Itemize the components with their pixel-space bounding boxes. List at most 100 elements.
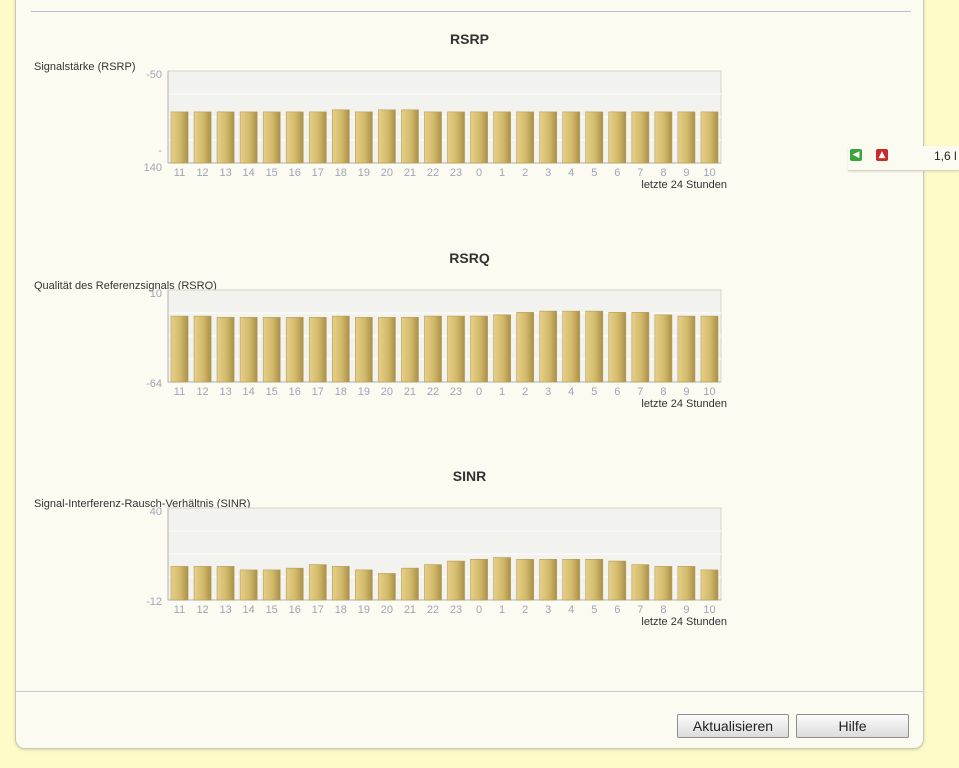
x-tick-label: 21 — [404, 167, 416, 179]
bar-17 — [308, 317, 327, 383]
bar-15 — [262, 111, 281, 164]
bar-7 — [631, 111, 650, 164]
x-tick-label: 0 — [476, 386, 482, 398]
bar-15 — [262, 569, 281, 601]
bar-8 — [654, 314, 673, 383]
bar-16 — [285, 111, 304, 164]
bar-17 — [308, 564, 327, 601]
x-tick-label: 23 — [450, 604, 462, 616]
chart-title-rsrq: RSRQ — [449, 250, 490, 266]
x-tick-label: 9 — [683, 604, 689, 616]
bar-18 — [331, 566, 350, 601]
x-tick-label: 8 — [660, 167, 666, 179]
x-axis-label: letzte 24 Stunden — [641, 616, 727, 628]
x-tick-label: 10 — [703, 167, 715, 179]
arrow-up-icon[interactable]: ▲ — [876, 149, 888, 161]
x-tick-label: 23 — [450, 167, 462, 179]
x-tick-label: 11 — [174, 386, 185, 398]
bar-5 — [585, 559, 604, 601]
bar-7 — [631, 564, 650, 601]
bar-9 — [677, 315, 696, 383]
y-tick-label: 40 — [150, 506, 162, 518]
bar-11 — [170, 111, 189, 164]
bar-6 — [608, 312, 627, 383]
y-tick-label: -50 — [146, 69, 162, 81]
y-tick-label: 140 — [144, 162, 162, 174]
bar-19 — [355, 317, 373, 383]
x-tick-label: 2 — [522, 167, 528, 179]
bar-23 — [447, 560, 465, 601]
arrow-left-icon[interactable]: ◀ — [850, 149, 862, 161]
bar-11 — [170, 566, 189, 601]
x-tick-label: 20 — [381, 167, 393, 179]
bar-6 — [608, 111, 627, 164]
bar-22 — [424, 111, 442, 164]
x-tick-label: 22 — [427, 386, 439, 398]
bar-14 — [239, 111, 258, 164]
x-tick-label: 16 — [289, 604, 301, 616]
bar-11 — [170, 315, 189, 383]
x-tick-label: 3 — [545, 167, 551, 179]
bar-4 — [562, 111, 581, 164]
x-tick-label: 14 — [243, 167, 255, 179]
bar-14 — [239, 317, 258, 383]
x-tick-label: 15 — [266, 167, 278, 179]
x-tick-label: 18 — [335, 604, 347, 616]
x-tick-label: 1 — [499, 386, 505, 398]
refresh-button[interactable]: Aktualisieren — [677, 714, 789, 738]
bar-14 — [239, 569, 258, 601]
x-tick-label: 18 — [335, 167, 347, 179]
y-tick-label: -12 — [146, 596, 162, 608]
bar-10 — [700, 111, 719, 164]
x-tick-label: 12 — [196, 604, 208, 616]
x-tick-label: 11 — [174, 604, 185, 616]
side-widget-value: 1,6 l — [934, 149, 957, 163]
x-tick-label: 5 — [591, 604, 597, 616]
x-tick-label: 16 — [289, 167, 301, 179]
x-axis-label: letzte 24 Stunden — [641, 398, 727, 410]
x-tick-label: 17 — [312, 386, 324, 398]
bar-15 — [262, 317, 281, 383]
bar-16 — [285, 317, 304, 383]
bar-5 — [585, 111, 604, 164]
bar-12 — [193, 566, 212, 601]
bar-13 — [216, 566, 235, 601]
bar-2 — [516, 559, 534, 601]
bar-22 — [424, 315, 442, 383]
bar-21 — [401, 317, 419, 383]
x-tick-label: 0 — [476, 167, 482, 179]
chart-rsrp: 11 12 13 14 15 16 17 18 19 20 21 22 23 0 1 2 3 4 5 6 7 8 9 10-5… — [144, 69, 727, 191]
x-tick-label: 6 — [614, 604, 620, 616]
bar-20 — [378, 317, 396, 383]
side-widget: ◀ ▲ 1,6 l — [848, 146, 959, 171]
chart-title-sinr: SINR — [452, 468, 487, 484]
bar-6 — [608, 560, 627, 601]
bottom-divider — [16, 691, 923, 692]
x-tick-label: 4 — [568, 386, 574, 398]
x-tick-label: 10 — [703, 386, 715, 398]
x-tick-label: 1 — [499, 604, 505, 616]
bar-0 — [470, 111, 488, 164]
bar-8 — [654, 566, 673, 601]
bar-2 — [516, 111, 534, 164]
bar-13 — [216, 111, 235, 164]
bar-9 — [677, 566, 696, 601]
x-tick-label: 8 — [660, 386, 666, 398]
x-tick-label: 21 — [404, 604, 416, 616]
help-button[interactable]: Hilfe — [796, 714, 909, 738]
x-tick-label: 8 — [660, 604, 666, 616]
x-tick-label: 19 — [358, 604, 370, 616]
x-tick-label: 7 — [637, 604, 643, 616]
bar-4 — [562, 559, 581, 601]
chart-title-rsrp: RSRP — [450, 31, 489, 47]
x-tick-label: 22 — [427, 604, 439, 616]
x-tick-label: 23 — [450, 386, 462, 398]
bar-1 — [493, 314, 511, 383]
bar-9 — [677, 111, 696, 164]
x-tick-label: 16 — [289, 386, 301, 398]
bar-19 — [355, 111, 373, 164]
x-tick-label: 7 — [637, 167, 643, 179]
bar-18 — [331, 109, 350, 164]
bar-13 — [216, 317, 235, 383]
x-tick-label: 12 — [196, 167, 208, 179]
